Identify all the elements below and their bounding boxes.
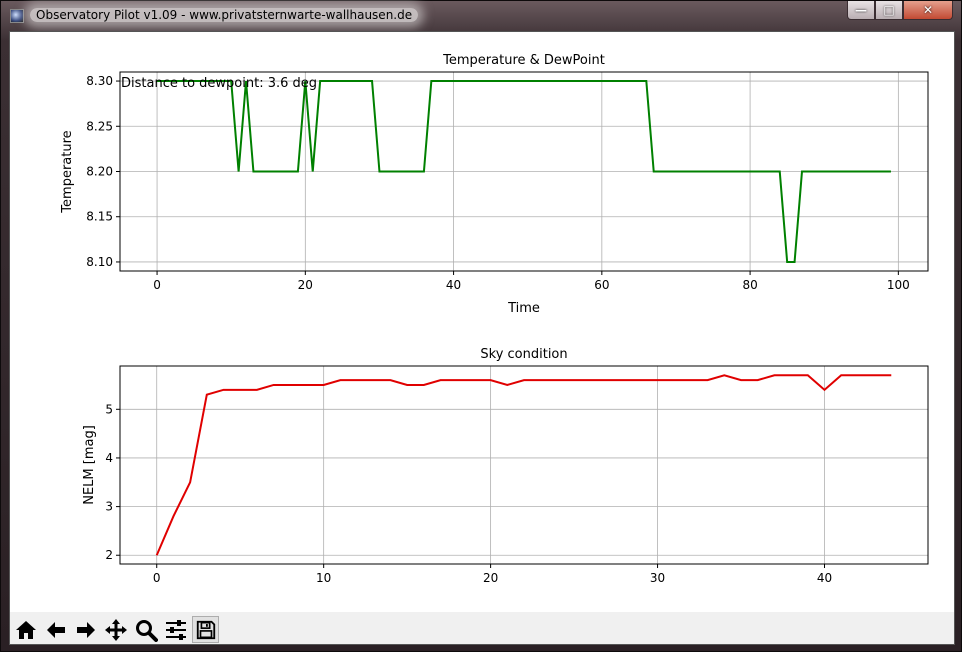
chart2-title: Sky condition — [480, 347, 567, 362]
chart1-xtick-label: 60 — [594, 278, 609, 292]
configure-subplots-icon — [165, 619, 186, 640]
pan-icon — [104, 618, 127, 641]
chart1-xtick-label: 100 — [887, 278, 910, 292]
chart1-title: Temperature & DewPoint — [442, 53, 605, 68]
home-icon — [15, 620, 36, 639]
chart1-ytick-label: 8.25 — [86, 119, 113, 133]
close-button[interactable]: ✕ — [903, 1, 953, 20]
window-title: Observatory Pilot v1.09 - www.privatster… — [30, 8, 419, 22]
back-button[interactable] — [42, 616, 69, 643]
chart1-ylabel: Temperature — [60, 130, 75, 213]
chart2-ytick-label: 5 — [105, 402, 113, 416]
configure-subplots-button[interactable] — [162, 616, 189, 643]
chart2-ytick-label: 3 — [105, 500, 113, 514]
chart1-ytick-label: 8.15 — [86, 210, 113, 224]
chart1-xtick-label: 0 — [153, 278, 161, 292]
window-controls: — □ ✕ — [847, 1, 953, 20]
navigation-toolbar — [10, 612, 954, 644]
chart1-ytick-label: 8.10 — [86, 255, 113, 269]
zoom-button[interactable] — [132, 616, 159, 643]
chart2-axes-frame — [119, 365, 929, 565]
close-icon: ✕ — [922, 3, 934, 17]
chart2-xtick-label: 10 — [316, 571, 331, 585]
chart1-annotation: Distance to dewpoint: 3.6 deg — [121, 76, 317, 91]
pan-button[interactable] — [102, 616, 129, 643]
chart2-series-line — [155, 374, 892, 556]
forward-button[interactable] — [72, 616, 99, 643]
maximize-button[interactable]: □ — [875, 1, 903, 20]
chart1-ytick-label: 8.30 — [86, 74, 113, 88]
chart2-xtick-label: 30 — [650, 571, 665, 585]
chart1-xtick-label: 40 — [446, 278, 461, 292]
figure-canvas-area: 0 20 40 60 80 100 8.10 8.15 8.20 8.25 8.30 Temperat… — [9, 31, 955, 645]
chart2-xtick-label: 40 — [817, 571, 832, 585]
save-button[interactable] — [192, 616, 219, 643]
figure-canvas[interactable]: 0 20 40 60 80 1008.108.158.208.258.30Temperat… — [10, 32, 954, 612]
chart2-xtick-label: 20 — [483, 571, 498, 585]
back-icon — [46, 621, 65, 638]
chart2-ylabel: NELM [mag] — [82, 425, 97, 505]
chart1-xlabel: Time — [507, 301, 540, 316]
chart2-ytick-label: 4 — [105, 451, 113, 465]
title-bar[interactable]: Observatory Pilot v1.09 - www.privatster… — [1, 1, 961, 31]
home-button[interactable] — [12, 616, 39, 643]
chart1-xtick-label: 20 — [298, 278, 313, 292]
minimize-button[interactable]: — — [847, 1, 875, 20]
app-icon[interactable] — [10, 9, 24, 23]
chart2-ytick-label: 2 — [105, 548, 113, 562]
chart2-xtick-label: 0 — [153, 571, 161, 585]
chart1-ytick-label: 8.20 — [86, 165, 113, 179]
application-window: Observatory Pilot v1.09 - www.privatster… — [0, 0, 962, 652]
chart1-xtick-label: 80 — [742, 278, 757, 292]
minimize-icon: — — [855, 3, 867, 17]
save-icon — [196, 620, 215, 639]
maximize-icon: □ — [883, 3, 895, 17]
forward-icon — [76, 621, 95, 638]
zoom-icon — [135, 619, 158, 642]
